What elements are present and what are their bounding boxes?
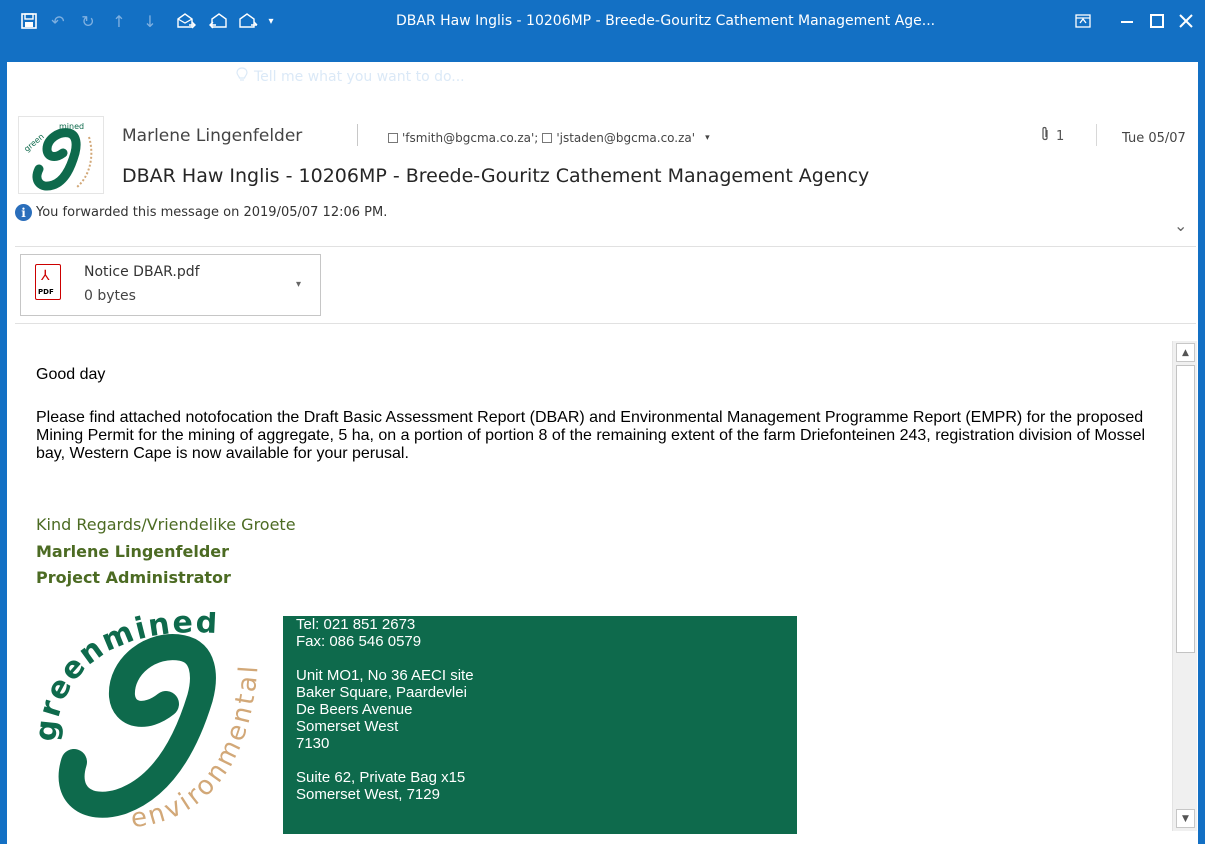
lightbulb-icon xyxy=(236,67,248,87)
chevron-down-icon[interactable]: ▾ xyxy=(705,133,710,143)
undo-icon[interactable]: ↶ xyxy=(47,9,69,33)
tell-me-text: Tell me what you want to do... xyxy=(254,69,465,85)
redo-icon[interactable]: ↻ xyxy=(77,9,99,33)
window-frame-right xyxy=(1198,62,1205,844)
forward-info-text: You forwarded this message on 2019/05/07… xyxy=(36,205,388,220)
recipients[interactable]: 'fsmith@bgcma.co.za'; 'jstaden@bgcma.co.… xyxy=(388,131,710,145)
scroll-up-icon[interactable]: ▲ xyxy=(1176,343,1195,362)
reply-icon[interactable] xyxy=(235,9,261,33)
recipient-checkbox[interactable] xyxy=(388,133,398,143)
attachment-name: Notice DBAR.pdf xyxy=(84,264,200,280)
up-icon[interactable]: ↑ xyxy=(108,9,130,33)
signature-role: Project Administrator xyxy=(36,568,231,587)
forward-mail-icon[interactable] xyxy=(173,9,199,33)
scrollbar-thumb[interactable] xyxy=(1176,365,1195,653)
contact-address-line: De Beers Avenue xyxy=(296,701,413,718)
contact-postal-line: Suite 62, Private Bag x15 xyxy=(296,769,466,786)
contact-address-line: Unit MO1, No 36 AECI site xyxy=(296,667,474,684)
window-title: DBAR Haw Inglis - 10206MP - Breede-Gouri… xyxy=(396,13,936,29)
contact-address-line: Baker Square, Paardevlei xyxy=(296,684,467,701)
window-frame-left xyxy=(0,62,7,844)
signoff: Kind Regards/Vriendelike Groete xyxy=(36,515,296,534)
vertical-scrollbar[interactable]: ▲ ▼ xyxy=(1172,341,1197,831)
divider xyxy=(15,246,1196,247)
reply-all-icon[interactable] xyxy=(205,9,231,33)
pdf-icon: ⅄ PDF xyxy=(35,264,61,300)
ribbon-display-icon[interactable] xyxy=(1070,10,1096,32)
header-divider xyxy=(1096,124,1097,146)
close-icon[interactable] xyxy=(1173,10,1199,32)
svg-text:green: green xyxy=(22,132,45,154)
recipient-1[interactable]: 'fsmith@bgcma.co.za'; xyxy=(402,131,538,145)
forward-info[interactable]: i You forwarded this message on 2019/05/… xyxy=(15,204,387,221)
sender-avatar: green mined xyxy=(18,116,104,194)
down-icon[interactable]: ↓ xyxy=(139,9,161,33)
contact-tel: Tel: 021 851 2673 xyxy=(296,616,416,633)
contact-address-line: 7130 xyxy=(296,735,330,752)
scroll-down-icon[interactable]: ▼ xyxy=(1176,809,1195,828)
message-paragraph: Please find attached notofocation the Dr… xyxy=(36,409,1146,462)
recipient-checkbox[interactable] xyxy=(542,133,553,143)
attachment-count: 1 xyxy=(1040,126,1064,146)
chevron-down-icon[interactable]: ⌄ xyxy=(1174,216,1187,235)
maximize-icon[interactable] xyxy=(1144,10,1170,32)
info-icon: i xyxy=(15,204,32,221)
paperclip-icon xyxy=(1040,126,1050,146)
file-menu[interactable]: File xyxy=(38,68,61,84)
attachment-count-value: 1 xyxy=(1056,128,1065,144)
signature-name: Marlene Lingenfelder xyxy=(36,542,230,561)
message-subject: DBAR Haw Inglis - 10206MP - Breede-Gouri… xyxy=(122,165,870,187)
sender-name[interactable]: Marlene Lingenfelder xyxy=(122,126,302,146)
attachment-size: 0 bytes xyxy=(84,288,136,304)
contact-postal-line: Somerset West, 7129 xyxy=(296,786,440,803)
message-date: Tue 05/07 xyxy=(1122,131,1186,146)
divider xyxy=(15,323,1196,324)
tell-me-search[interactable]: Tell me what you want to do... xyxy=(236,67,465,87)
pdf-icon-label: PDF xyxy=(38,288,54,296)
customize-icon[interactable]: ▾ xyxy=(264,9,278,33)
save-icon[interactable] xyxy=(18,9,40,33)
minimize-icon[interactable] xyxy=(1114,10,1140,32)
attachment-item[interactable]: ⅄ PDF Notice DBAR.pdf 0 bytes ▾ xyxy=(20,254,321,316)
contact-block: Tel: 021 851 2673 Fax: 086 546 0579 Unit… xyxy=(283,616,797,834)
company-logo: greenmined environmental xyxy=(29,605,270,834)
chevron-down-icon[interactable]: ▾ xyxy=(296,279,301,290)
contact-fax: Fax: 086 546 0579 xyxy=(296,633,422,650)
greeting: Good day xyxy=(36,366,106,383)
svg-text:mined: mined xyxy=(59,122,84,131)
message-tab[interactable]: Message xyxy=(123,68,184,84)
header-divider xyxy=(357,124,358,146)
recipient-2[interactable]: 'jstaden@bgcma.co.za' xyxy=(556,131,695,145)
acrobat-icon: ⅄ xyxy=(41,268,50,284)
contact-address-line: Somerset West xyxy=(296,718,399,735)
